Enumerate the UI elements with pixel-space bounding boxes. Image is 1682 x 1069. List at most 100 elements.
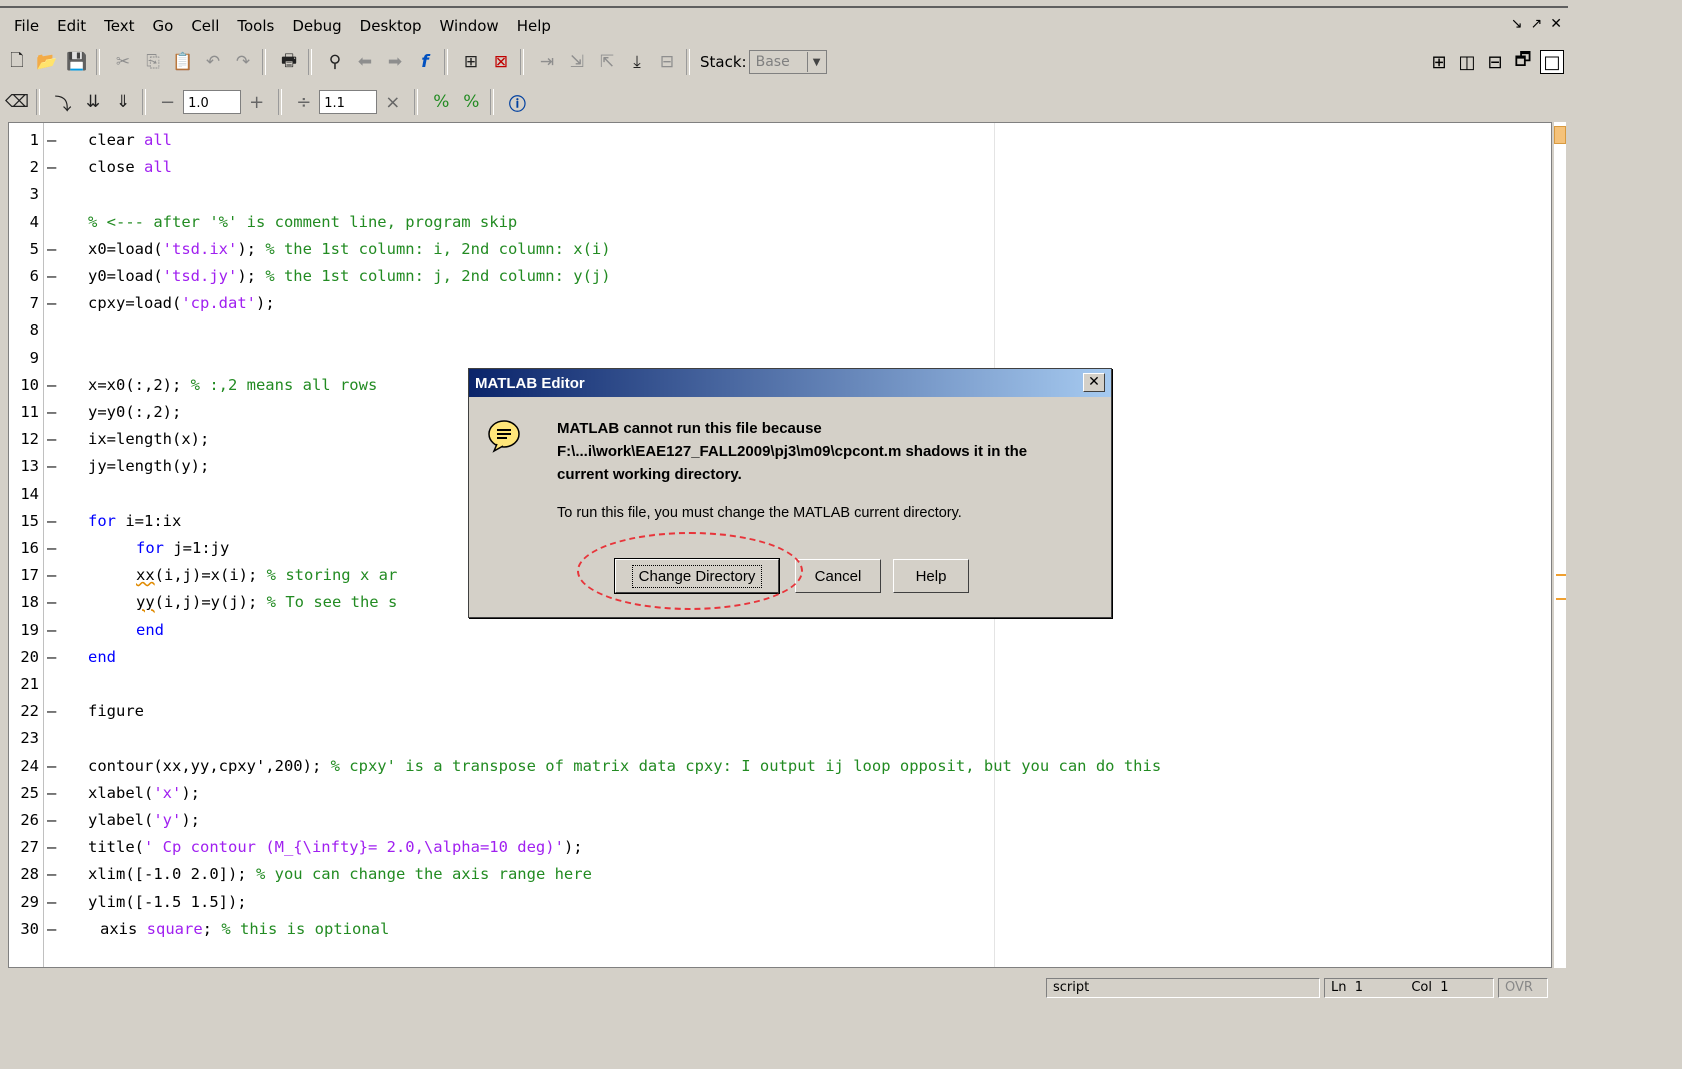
- back-arrow-icon[interactable]: ⬅: [352, 49, 378, 75]
- continue-icon[interactable]: ⤓: [624, 49, 650, 75]
- open-folder-icon[interactable]: 📂: [34, 49, 60, 75]
- menu-go[interactable]: Go: [149, 15, 178, 37]
- breakpoint-marker[interactable]: –: [47, 453, 57, 480]
- exit-debug-icon[interactable]: ⊟: [654, 49, 680, 75]
- close-window-icon[interactable]: ✕: [1550, 16, 1562, 32]
- breakpoint-marker[interactable]: –: [47, 236, 57, 263]
- breakpoint-marker[interactable]: –: [47, 508, 57, 535]
- maximize-window-icon[interactable]: □: [1540, 50, 1564, 74]
- menu-debug[interactable]: Debug: [288, 15, 345, 37]
- code-line[interactable]: 19– end: [9, 617, 1549, 644]
- breakpoint-marker[interactable]: –: [47, 589, 57, 616]
- evaluate-cell-icon[interactable]: ⤵: [50, 89, 76, 115]
- breakpoint-marker[interactable]: –: [47, 562, 57, 589]
- code-line[interactable]: 24– contour(xx,yy,cpxy',200); % cpxy' is …: [9, 753, 1549, 780]
- code-line[interactable]: 25– xlabel('x');: [9, 780, 1549, 807]
- function-icon[interactable]: f: [412, 49, 438, 75]
- info-icon[interactable]: ⓘ: [504, 89, 530, 115]
- code-line[interactable]: 20– end: [9, 644, 1549, 671]
- menu-window[interactable]: Window: [436, 15, 503, 37]
- menu-edit[interactable]: Edit: [53, 15, 90, 37]
- code-line[interactable]: 6– y0=load('tsd.jy'); % the 1st column: j…: [9, 263, 1549, 290]
- multiply-button[interactable]: ×: [385, 92, 400, 113]
- code-line[interactable]: 21: [9, 671, 1549, 698]
- set-breakpoint-icon[interactable]: ⊞: [458, 49, 484, 75]
- breakpoint-marker[interactable]: –: [47, 535, 57, 562]
- code-line[interactable]: 7– cpxy=load('cp.dat');: [9, 290, 1549, 317]
- breakpoint-marker[interactable]: –: [47, 753, 57, 780]
- code-line[interactable]: 30– axis square; % this is optional: [9, 916, 1549, 943]
- stack-dropdown[interactable]: Base ▼: [748, 50, 827, 74]
- breakpoint-marker[interactable]: –: [47, 263, 57, 290]
- code-line[interactable]: 22– figure: [9, 698, 1549, 725]
- breakpoint-marker[interactable]: –: [47, 916, 57, 943]
- code-line[interactable]: 26– ylabel('y');: [9, 807, 1549, 834]
- clear-breakpoints-icon[interactable]: ⊠: [488, 49, 514, 75]
- undock-icon[interactable]: ↗: [1531, 16, 1543, 32]
- undo-icon[interactable]: ↶: [200, 49, 226, 75]
- evaluate-advance-icon[interactable]: ⇊: [80, 89, 106, 115]
- breakpoint-marker[interactable]: –: [47, 290, 57, 317]
- step-out-icon[interactable]: ⇱: [594, 49, 620, 75]
- breakpoint-marker[interactable]: –: [47, 834, 57, 861]
- code-line[interactable]: 23: [9, 725, 1549, 752]
- code-line[interactable]: 27– title(' Cp contour (M_{\infty}= 2.0,\…: [9, 834, 1549, 861]
- eraser-icon[interactable]: ⌫: [4, 89, 30, 115]
- forward-arrow-icon[interactable]: ➡: [382, 49, 408, 75]
- breakpoint-marker[interactable]: –: [47, 698, 57, 725]
- breakpoint-marker[interactable]: –: [47, 372, 57, 399]
- menu-help[interactable]: Help: [513, 15, 555, 37]
- float-window-icon[interactable]: 🗗: [1512, 49, 1534, 73]
- new-file-icon[interactable]: 🗋: [4, 49, 30, 75]
- change-directory-button[interactable]: Change Directory: [614, 558, 780, 594]
- breakpoint-marker[interactable]: –: [47, 426, 57, 453]
- breakpoint-marker[interactable]: –: [47, 644, 57, 671]
- warning-marker[interactable]: [1556, 598, 1566, 600]
- print-icon[interactable]: 🖶: [276, 49, 302, 75]
- help-button[interactable]: Help: [893, 559, 969, 593]
- copy-icon[interactable]: ⎘: [140, 49, 166, 75]
- step-icon[interactable]: ⇥: [534, 49, 560, 75]
- find-binoculars-icon[interactable]: ⚲: [322, 49, 348, 75]
- evaluate-file-icon[interactable]: ⇓: [110, 89, 136, 115]
- menu-tools[interactable]: Tools: [233, 15, 278, 37]
- insert-cell-break-icon[interactable]: %: [428, 89, 454, 115]
- menu-text[interactable]: Text: [100, 15, 138, 37]
- split-vertical-icon[interactable]: ◫: [1456, 51, 1478, 73]
- breakpoint-marker[interactable]: –: [47, 617, 57, 644]
- redo-icon[interactable]: ↷: [230, 49, 256, 75]
- code-line[interactable]: 3: [9, 181, 1549, 208]
- divide-value-field[interactable]: [319, 90, 378, 114]
- paste-icon[interactable]: 📋: [170, 49, 196, 75]
- dialog-close-button[interactable]: ✕: [1083, 373, 1105, 392]
- breakpoint-marker[interactable]: –: [47, 780, 57, 807]
- breakpoint-marker[interactable]: –: [47, 399, 57, 426]
- menu-cell[interactable]: Cell: [187, 15, 223, 37]
- breakpoint-marker[interactable]: –: [47, 861, 57, 888]
- code-line[interactable]: 2– close all: [9, 154, 1549, 181]
- breakpoint-marker[interactable]: –: [47, 807, 57, 834]
- breakpoint-marker[interactable]: –: [47, 127, 57, 154]
- increment-value-field[interactable]: [183, 90, 242, 114]
- code-line[interactable]: 28– xlim([-1.0 2.0]); % you can change th…: [9, 861, 1549, 888]
- dialog-title-bar[interactable]: MATLAB Editor: [469, 369, 1111, 397]
- divide-button[interactable]: ÷: [296, 92, 311, 113]
- code-line[interactable]: 8: [9, 317, 1549, 344]
- warning-marker[interactable]: [1556, 574, 1566, 576]
- code-line[interactable]: 5– x0=load('tsd.ix'); % the 1st column: i…: [9, 236, 1549, 263]
- split-horizontal-icon[interactable]: ⊟: [1484, 51, 1506, 73]
- breakpoint-marker[interactable]: –: [47, 889, 57, 916]
- decrement-button[interactable]: −: [160, 92, 175, 113]
- menu-desktop[interactable]: Desktop: [356, 15, 426, 37]
- cancel-button[interactable]: Cancel: [795, 559, 881, 593]
- code-line[interactable]: 1– clear all: [9, 127, 1549, 154]
- save-icon[interactable]: 💾: [64, 49, 90, 75]
- breakpoint-marker[interactable]: –: [47, 154, 57, 181]
- increment-button[interactable]: +: [249, 92, 264, 113]
- code-line[interactable]: 29– ylim([-1.5 1.5]);: [9, 889, 1549, 916]
- tile-grid-icon[interactable]: ⊞: [1428, 51, 1450, 73]
- cut-icon[interactable]: ✂: [110, 49, 136, 75]
- remove-cell-break-icon[interactable]: %: [458, 89, 484, 115]
- dock-icon[interactable]: ↘: [1511, 16, 1523, 32]
- step-in-icon[interactable]: ⇲: [564, 49, 590, 75]
